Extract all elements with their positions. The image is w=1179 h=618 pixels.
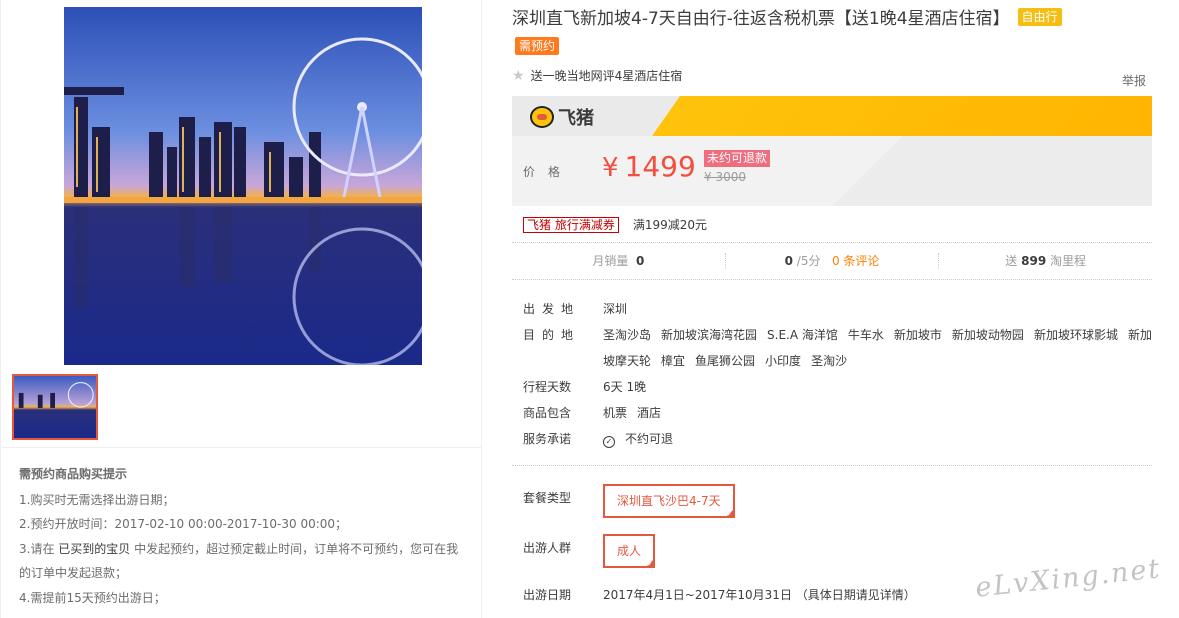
current-price: ¥1499 [602, 150, 696, 183]
stats-bar: 月销量 0 0 /5分 0 条评论 送 899 淘里程 [512, 242, 1152, 280]
notice-line-3-prefix: 3.请在 [19, 541, 59, 556]
brand-banner: 飞猪 [512, 96, 1152, 136]
attr-includes: 商品包含 机票 酒店 [523, 400, 1153, 426]
thumbnail-image [14, 376, 96, 438]
fliggy-logo-icon [530, 106, 554, 128]
check-circle-icon: ✓ [603, 436, 615, 448]
rating-suffix: /5分 [792, 254, 821, 268]
notice-title: 需预约商品购买提示 [19, 467, 128, 481]
destination-item: 牛车水 [847, 328, 884, 342]
people-value: 成人 [617, 544, 642, 558]
reserve-tag: 需预约 [515, 37, 560, 55]
attr-destinations: 目的地 圣淘沙岛 新加坡滨海湾花园 S.E.A 海洋馆 牛车水 新加坡市 新加坡动物园 新加… [523, 322, 1153, 374]
date-label: 出游日期 [523, 588, 572, 602]
gallery-column: 需预约商品购买提示 1.购买时无需选择出游日期； 2.预约开放时间：2017-0… [0, 0, 482, 618]
depart-value: 深圳 [603, 302, 628, 316]
product-title: 深圳直飞新加坡4-7天自由行-往返含税机票【送1晚4星酒店住宿】 自由行 [512, 8, 1152, 30]
brand-name: 飞猪 [558, 108, 594, 129]
divider [2, 447, 482, 448]
package-option-selected[interactable]: 深圳直飞沙巴4-7天 ✓ [603, 484, 735, 518]
refund-badge: 未约可退款 [704, 150, 771, 167]
people-label: 出游人群 [523, 541, 572, 555]
coupon-tag[interactable]: 飞猪 旅行满减券 [523, 216, 619, 233]
miles-prefix: 送 [1005, 254, 1018, 268]
main-product-image[interactable] [64, 7, 422, 365]
include-values: 机票 酒店 [603, 400, 1153, 426]
original-price: ¥ 3000 [704, 170, 746, 184]
notice-line-3: 3.请在 已买到的宝贝 中发起预约，超过预定截止时间，订单将不可预约，您可在我的… [19, 537, 459, 586]
promise-value: ✓ 不约可退 [603, 426, 1153, 452]
destination-item: 新加坡动物园 [951, 328, 1024, 342]
destination-item: 圣淘沙岛 [603, 328, 652, 342]
rating-value: 0 [784, 254, 793, 268]
package-value: 深圳直飞沙巴4-7天 [617, 494, 721, 508]
people-option-selected[interactable]: 成人 ✓ [603, 534, 656, 568]
divider [512, 465, 1152, 466]
sales-value: 0 [635, 254, 645, 268]
currency-symbol: ¥ [602, 153, 619, 183]
price-value: 1499 [624, 150, 696, 183]
destination-item: 新加坡市 [893, 328, 942, 342]
coupon-text: 满199减20元 [632, 218, 708, 232]
destination-item: 圣淘沙 [811, 354, 848, 368]
dest-label: 目的地 [523, 328, 581, 342]
coupon-row[interactable]: 飞猪 旅行满减券 满199减20元 [523, 216, 707, 233]
miles-suffix: 淘里程 [1050, 254, 1087, 268]
fliggy-logo: 飞猪 [530, 104, 594, 130]
brand-stripe [652, 96, 1152, 136]
promise-text: 不约可退 [625, 432, 674, 446]
selected-check-icon: ✓ [726, 510, 733, 518]
destination-list: 圣淘沙岛 新加坡滨海湾花园 S.E.A 海洋馆 牛车水 新加坡市 新加坡动物园 新加坡环球影… [603, 322, 1153, 374]
destination-item: 新加坡滨海湾花园 [661, 328, 758, 342]
destination-item: 新加坡环球影城 [1033, 328, 1118, 342]
notice-line-4: 4.需提前15天预约出游日； [19, 590, 166, 605]
sales-label: 月销量 [592, 254, 629, 268]
attr-days: 行程天数 6天 1晚 [523, 374, 1153, 400]
rating[interactable]: 0 /5分 0 条评论 [726, 253, 940, 269]
days-value: 6天 1晚 [603, 380, 647, 394]
miles: 送 899 淘里程 [939, 253, 1152, 269]
subtitle-text: 送一晚当地网评4星酒店住宿 [530, 69, 683, 83]
days-label: 行程天数 [523, 380, 572, 394]
notice-line-1: 1.购买时无需选择出游日期； [19, 492, 175, 507]
reviews-link[interactable]: 0 条评论 [832, 254, 879, 268]
price-box: 价格 ¥1499 未约可退款 ¥ 3000 [512, 136, 1152, 206]
destination-item: 小印度 [765, 354, 802, 368]
product-attributes: 出发地 深圳 目的地 圣淘沙岛 新加坡滨海湾花园 S.E.A 海洋馆 牛车水 新加坡市新… [523, 296, 1153, 452]
attr-depart: 出发地 深圳 [523, 296, 1153, 322]
include-label: 商品包含 [523, 406, 572, 420]
product-title-text: 深圳直飞新加坡4-7天自由行-往返含税机票【送1晚4星酒店住宿】 [512, 9, 1010, 29]
depart-label: 出发地 [523, 302, 581, 316]
bought-items-link[interactable]: 已买到的宝贝 [58, 542, 130, 556]
thumbnail-1[interactable] [12, 374, 98, 440]
attr-promise: 服务承诺 ✓ 不约可退 [523, 426, 1153, 452]
include-item: 酒店 [637, 406, 662, 420]
promise-label: 服务承诺 [523, 432, 572, 446]
destination-item: 鱼尾狮公园 [695, 354, 756, 368]
include-item: 机票 [603, 406, 628, 420]
monthly-sales: 月销量 0 [512, 253, 726, 269]
destination-item: 樟宜 [661, 354, 686, 368]
product-subtitle: ★ 送一晚当地网评4星酒店住宿 [512, 67, 682, 84]
package-label: 套餐类型 [523, 491, 572, 505]
miles-value: 899 [1021, 254, 1047, 268]
price-label: 价格 [523, 165, 574, 179]
destination-item: S.E.A 海洋馆 [767, 328, 838, 342]
type-tag: 自由行 [1017, 8, 1062, 26]
report-link[interactable]: 举报 [1122, 72, 1146, 89]
selected-check-icon: ✓ [647, 560, 654, 568]
star-icon[interactable]: ★ [512, 68, 525, 84]
singapore-skyline-image [64, 7, 422, 365]
reservation-notice: 需预约商品购买提示 1.购买时无需选择出游日期； 2.预约开放时间：2017-0… [19, 462, 459, 610]
notice-line-2: 2.预约开放时间：2017-02-10 00:00-2017-10-30 00:… [19, 517, 348, 531]
